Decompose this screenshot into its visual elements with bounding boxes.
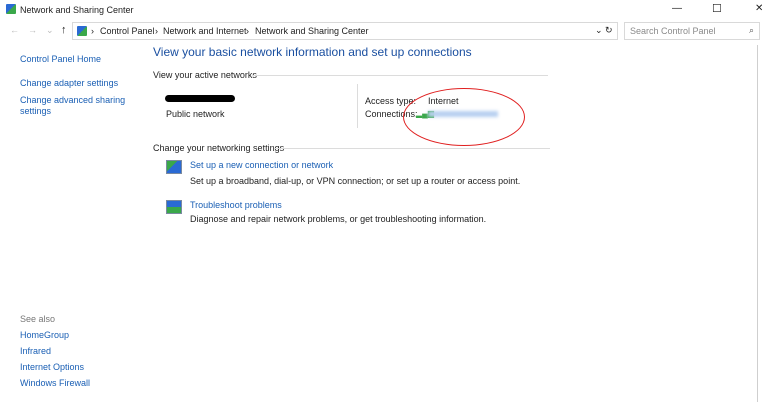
sidebar-item-control-panel-home[interactable]: Control Panel Home (20, 54, 101, 64)
recent-locations-button[interactable]: ⌄ (46, 25, 54, 36)
search-placeholder: Search Control Panel (630, 26, 716, 36)
see-also-internet-options[interactable]: Internet Options (20, 362, 84, 372)
app-icon (6, 4, 16, 16)
breadcrumb-separator: › (155, 26, 158, 36)
search-input[interactable]: Search Control Panel ⌕ (624, 22, 760, 40)
sidebar-item-advanced-sharing[interactable]: Change advanced sharing settings (20, 95, 130, 117)
breadcrumb-separator: › (246, 26, 249, 36)
window-border (757, 45, 758, 402)
troubleshoot-desc: Diagnose and repair network problems, or… (190, 214, 487, 224)
up-button[interactable]: ↑ (61, 24, 67, 36)
breadcrumb-control-panel[interactable]: Control Panel (100, 26, 155, 36)
divider (357, 84, 358, 128)
see-also-windows-firewall[interactable]: Windows Firewall (20, 378, 90, 388)
troubleshoot-icon (166, 200, 182, 214)
redacted-network-name (165, 95, 235, 102)
divider (252, 75, 548, 76)
annotation-circle (403, 88, 525, 146)
maximize-button[interactable]: ☐ (712, 2, 722, 15)
refresh-button[interactable]: ↻ (605, 25, 613, 36)
breadcrumb-sharing-center[interactable]: Network and Sharing Center (255, 26, 369, 36)
change-settings-heading: Change your networking settings (153, 143, 285, 153)
setup-connection-link[interactable]: Set up a new connection or network (190, 160, 333, 170)
see-also-homegroup[interactable]: HomeGroup (20, 330, 69, 340)
network-type: Public network (166, 109, 225, 119)
troubleshoot-link[interactable]: Troubleshoot problems (190, 200, 282, 210)
breadcrumb-network-internet[interactable]: Network and Internet (163, 26, 247, 36)
address-bar[interactable]: › Control Panel › Network and Internet ›… (72, 22, 618, 40)
back-button[interactable]: ← (10, 25, 19, 35)
breadcrumb-separator: › (91, 26, 94, 36)
window-title: Network and Sharing Center (20, 5, 134, 15)
address-dropdown-button[interactable]: ⌄ (595, 25, 603, 36)
active-networks-heading: View your active networks (153, 70, 257, 80)
new-connection-icon (166, 160, 182, 174)
divider (274, 148, 550, 149)
setup-connection-desc: Set up a broadband, dial-up, or VPN conn… (190, 176, 521, 186)
search-icon[interactable]: ⌕ (749, 25, 754, 36)
close-button[interactable]: ✕ (755, 3, 763, 14)
see-also-label: See also (20, 314, 56, 324)
minimize-button[interactable]: — (672, 3, 682, 14)
sidebar-item-adapter-settings[interactable]: Change adapter settings (20, 78, 118, 88)
forward-button[interactable]: → (28, 25, 37, 35)
page-title: View your basic network information and … (153, 45, 472, 59)
control-panel-icon (77, 26, 87, 38)
see-also-infrared[interactable]: Infrared (20, 346, 51, 356)
